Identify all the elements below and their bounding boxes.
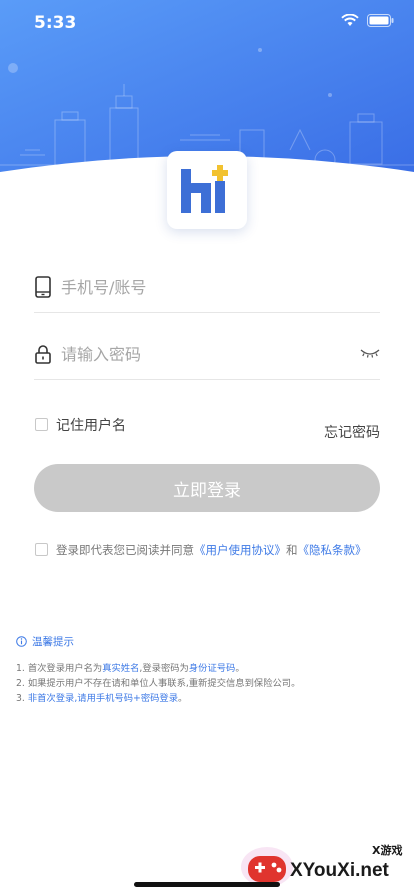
eye-closed-icon[interactable] xyxy=(360,347,380,359)
home-indicator xyxy=(134,882,280,887)
privacy-link[interactable]: 《隐私条款》 xyxy=(298,543,367,557)
tip-1-highlight-name: 真实姓名 xyxy=(102,663,140,674)
status-bar: 5:33 xyxy=(0,0,414,48)
tip-line-1: 1. 首次登录用户名为真实姓名,登录密码为身份证号码。 xyxy=(16,660,245,674)
forgot-password-link[interactable]: 忘记密码 xyxy=(324,422,380,442)
user-agreement-link[interactable]: 《用户使用协议》 xyxy=(194,543,286,557)
tip-1-text-c: ,登录密码为 xyxy=(139,663,189,674)
remember-checkbox[interactable] xyxy=(35,418,48,431)
watermark-small-text: X游戏 xyxy=(372,844,403,857)
tip-1-text-e: 。 xyxy=(235,663,245,674)
info-icon xyxy=(16,636,27,647)
tip-3-text-c: 。 xyxy=(178,693,188,704)
battery-icon xyxy=(367,14,394,27)
tip-line-2: 2. 如果提示用户不存在请和单位人事联系,重新提交信息到保险公司。 xyxy=(16,678,301,689)
status-icons xyxy=(341,14,394,27)
remember-label[interactable]: 记住用户名 xyxy=(56,415,126,435)
lock-icon xyxy=(35,345,51,364)
agreement-checkbox[interactable] xyxy=(35,543,48,556)
agreement-prefix: 登录即代表您已阅读并同意 xyxy=(56,543,194,557)
tip-3-highlight: 非首次登录,请用手机号码+密码登录 xyxy=(27,693,179,704)
password-input[interactable] xyxy=(61,340,351,368)
tip-line-3: 3. 非首次登录,请用手机号码+密码登录。 xyxy=(16,690,187,704)
app-logo xyxy=(167,151,247,229)
agreement-and: 和 xyxy=(286,543,298,557)
wifi-icon xyxy=(341,14,359,26)
phone-field xyxy=(34,263,380,313)
watermark-text: XYouXi.net xyxy=(290,860,389,881)
status-time: 5:33 xyxy=(34,13,77,33)
tips-title: 温馨提示 xyxy=(16,634,74,649)
tip-1-highlight-id: 身份证号码 xyxy=(188,663,236,674)
login-button[interactable]: 立即登录 xyxy=(34,464,380,512)
phone-input[interactable] xyxy=(61,273,351,301)
password-field xyxy=(34,330,380,380)
phone-icon xyxy=(35,276,51,298)
tips-title-text: 温馨提示 xyxy=(32,636,74,648)
agreement-text: 登录即代表您已阅读并同意《用户使用协议》和《隐私条款》 xyxy=(56,542,367,558)
tip-1-text-a: 1. 首次登录用户名为 xyxy=(16,663,103,674)
tip-3-text-a: 3. xyxy=(16,693,28,704)
